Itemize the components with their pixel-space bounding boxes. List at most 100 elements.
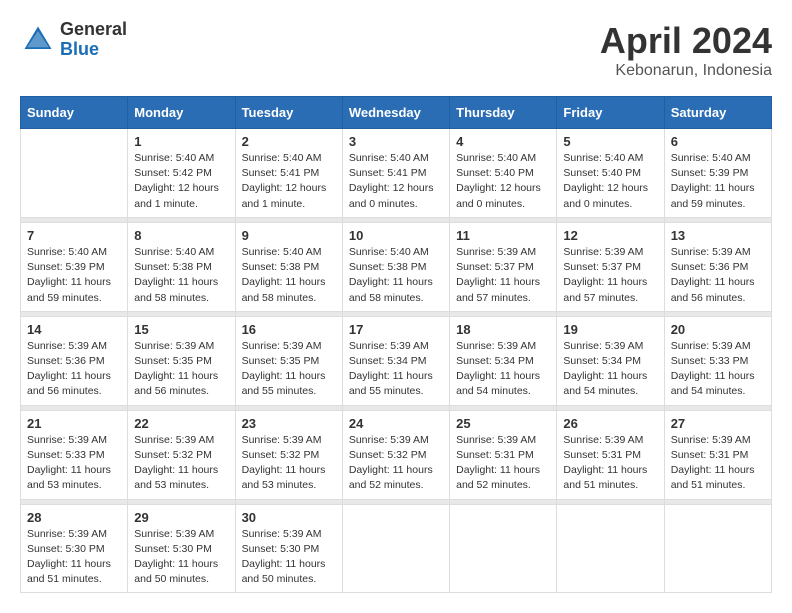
day-number: 21 xyxy=(27,416,121,431)
calendar-table: SundayMondayTuesdayWednesdayThursdayFrid… xyxy=(20,96,772,593)
day-number: 10 xyxy=(349,228,443,243)
weekday-header-friday: Friday xyxy=(557,97,664,129)
day-info: Sunrise: 5:39 AM Sunset: 5:34 PM Dayligh… xyxy=(563,339,657,400)
day-number: 7 xyxy=(27,228,121,243)
day-number: 3 xyxy=(349,134,443,149)
calendar-cell: 15Sunrise: 5:39 AM Sunset: 5:35 PM Dayli… xyxy=(128,316,235,405)
calendar-cell xyxy=(21,129,128,218)
calendar-cell: 8Sunrise: 5:40 AM Sunset: 5:38 PM Daylig… xyxy=(128,222,235,311)
day-info: Sunrise: 5:40 AM Sunset: 5:40 PM Dayligh… xyxy=(563,151,657,212)
calendar-cell: 5Sunrise: 5:40 AM Sunset: 5:40 PM Daylig… xyxy=(557,129,664,218)
week-row-5: 28 Sunrise: 5:39 AM Sunset: 5:30 PM Dayli… xyxy=(21,504,772,593)
day-number: 12 xyxy=(563,228,657,243)
week-row-3: 14 Sunrise: 5:39 AM Sunset: 5:36 PM Dayli… xyxy=(21,316,772,405)
calendar-cell: 14 Sunrise: 5:39 AM Sunset: 5:36 PM Dayli… xyxy=(21,316,128,405)
weekday-header-tuesday: Tuesday xyxy=(235,97,342,129)
day-info: Sunrise: 5:40 AM Sunset: 5:42 PM Dayligh… xyxy=(134,151,228,212)
logo-icon xyxy=(20,22,56,58)
weekday-header-thursday: Thursday xyxy=(450,97,557,129)
day-info: Sunrise: 5:39 AM Sunset: 5:33 PM Dayligh… xyxy=(671,339,765,400)
day-number: 9 xyxy=(242,228,336,243)
calendar-cell: 6Sunrise: 5:40 AM Sunset: 5:39 PM Daylig… xyxy=(664,129,771,218)
day-info: Sunrise: 5:39 AM Sunset: 5:31 PM Dayligh… xyxy=(563,433,657,494)
calendar-cell: 9 Sunrise: 5:40 AM Sunset: 5:38 PM Daylig… xyxy=(235,222,342,311)
day-number: 4 xyxy=(456,134,550,149)
calendar-cell: 13 Sunrise: 5:39 AM Sunset: 5:36 PM Dayli… xyxy=(664,222,771,311)
calendar-cell: 10 Sunrise: 5:40 AM Sunset: 5:38 PM Dayli… xyxy=(342,222,449,311)
week-row-2: 7 Sunrise: 5:40 AM Sunset: 5:39 PM Daylig… xyxy=(21,222,772,311)
calendar-cell: 2 Sunrise: 5:40 AM Sunset: 5:41 PM Daylig… xyxy=(235,129,342,218)
day-number: 24 xyxy=(349,416,443,431)
day-info: Sunrise: 5:39 AM Sunset: 5:35 PM Dayligh… xyxy=(242,339,336,400)
calendar-cell: 26 Sunrise: 5:39 AM Sunset: 5:31 PM Dayli… xyxy=(557,410,664,499)
day-info: Sunrise: 5:40 AM Sunset: 5:41 PM Dayligh… xyxy=(242,151,336,212)
calendar-cell: 22 Sunrise: 5:39 AM Sunset: 5:32 PM Dayli… xyxy=(128,410,235,499)
day-info: Sunrise: 5:40 AM Sunset: 5:40 PM Dayligh… xyxy=(456,151,550,212)
day-info: Sunrise: 5:39 AM Sunset: 5:32 PM Dayligh… xyxy=(349,433,443,494)
logo-general: General xyxy=(60,20,127,40)
day-number: 2 xyxy=(242,134,336,149)
day-info: Sunrise: 5:39 AM Sunset: 5:30 PM Dayligh… xyxy=(134,527,228,588)
weekday-header-sunday: Sunday xyxy=(21,97,128,129)
day-info: Sunrise: 5:39 AM Sunset: 5:30 PM Dayligh… xyxy=(27,527,121,588)
calendar-cell: 1 Sunrise: 5:40 AM Sunset: 5:42 PM Daylig… xyxy=(128,129,235,218)
day-info: Sunrise: 5:40 AM Sunset: 5:38 PM Dayligh… xyxy=(242,245,336,306)
calendar-cell xyxy=(664,504,771,593)
day-info: Sunrise: 5:39 AM Sunset: 5:37 PM Dayligh… xyxy=(456,245,550,306)
calendar-cell: 28 Sunrise: 5:39 AM Sunset: 5:30 PM Dayli… xyxy=(21,504,128,593)
day-info: Sunrise: 5:39 AM Sunset: 5:36 PM Dayligh… xyxy=(671,245,765,306)
page-header: General Blue April 2024 Kebonarun, Indon… xyxy=(20,20,772,80)
day-number: 8 xyxy=(134,228,228,243)
day-info: Sunrise: 5:39 AM Sunset: 5:35 PM Dayligh… xyxy=(134,339,228,400)
calendar-cell xyxy=(557,504,664,593)
week-row-4: 21 Sunrise: 5:39 AM Sunset: 5:33 PM Dayli… xyxy=(21,410,772,499)
day-number: 14 xyxy=(27,322,121,337)
calendar-cell: 7 Sunrise: 5:40 AM Sunset: 5:39 PM Daylig… xyxy=(21,222,128,311)
weekday-header-wednesday: Wednesday xyxy=(342,97,449,129)
day-info: Sunrise: 5:40 AM Sunset: 5:41 PM Dayligh… xyxy=(349,151,443,212)
calendar-cell xyxy=(342,504,449,593)
day-number: 23 xyxy=(242,416,336,431)
day-number: 29 xyxy=(134,510,228,525)
day-number: 22 xyxy=(134,416,228,431)
calendar-cell: 25 Sunrise: 5:39 AM Sunset: 5:31 PM Dayli… xyxy=(450,410,557,499)
calendar-cell xyxy=(450,504,557,593)
calendar-cell: 21 Sunrise: 5:39 AM Sunset: 5:33 PM Dayli… xyxy=(21,410,128,499)
week-row-1: 1 Sunrise: 5:40 AM Sunset: 5:42 PM Daylig… xyxy=(21,129,772,218)
calendar-cell: 29 Sunrise: 5:39 AM Sunset: 5:30 PM Dayli… xyxy=(128,504,235,593)
day-info: Sunrise: 5:39 AM Sunset: 5:36 PM Dayligh… xyxy=(27,339,121,400)
day-info: Sunrise: 5:40 AM Sunset: 5:39 PM Dayligh… xyxy=(27,245,121,306)
day-info: Sunrise: 5:40 AM Sunset: 5:38 PM Dayligh… xyxy=(349,245,443,306)
day-number: 20 xyxy=(671,322,765,337)
calendar-cell: 20 Sunrise: 5:39 AM Sunset: 5:33 PM Dayli… xyxy=(664,316,771,405)
day-number: 18 xyxy=(456,322,550,337)
day-info: Sunrise: 5:39 AM Sunset: 5:30 PM Dayligh… xyxy=(242,527,336,588)
logo-blue: Blue xyxy=(60,40,127,60)
day-info: Sunrise: 5:39 AM Sunset: 5:31 PM Dayligh… xyxy=(671,433,765,494)
weekday-header-monday: Monday xyxy=(128,97,235,129)
day-info: Sunrise: 5:39 AM Sunset: 5:32 PM Dayligh… xyxy=(134,433,228,494)
day-number: 13 xyxy=(671,228,765,243)
day-number: 26 xyxy=(563,416,657,431)
calendar-cell: 27 Sunrise: 5:39 AM Sunset: 5:31 PM Dayli… xyxy=(664,410,771,499)
day-info: Sunrise: 5:39 AM Sunset: 5:34 PM Dayligh… xyxy=(456,339,550,400)
day-number: 17 xyxy=(349,322,443,337)
calendar-cell: 18 Sunrise: 5:39 AM Sunset: 5:34 PM Dayli… xyxy=(450,316,557,405)
weekday-header-saturday: Saturday xyxy=(664,97,771,129)
calendar-cell: 3 Sunrise: 5:40 AM Sunset: 5:41 PM Daylig… xyxy=(342,129,449,218)
calendar-cell: 19Sunrise: 5:39 AM Sunset: 5:34 PM Dayli… xyxy=(557,316,664,405)
day-number: 6 xyxy=(671,134,765,149)
day-number: 28 xyxy=(27,510,121,525)
day-number: 25 xyxy=(456,416,550,431)
day-number: 1 xyxy=(134,134,228,149)
calendar-cell: 30Sunrise: 5:39 AM Sunset: 5:30 PM Dayli… xyxy=(235,504,342,593)
logo-text: General Blue xyxy=(60,20,127,60)
day-info: Sunrise: 5:39 AM Sunset: 5:34 PM Dayligh… xyxy=(349,339,443,400)
day-number: 27 xyxy=(671,416,765,431)
title-section: April 2024 Kebonarun, Indonesia xyxy=(600,20,772,80)
day-info: Sunrise: 5:39 AM Sunset: 5:33 PM Dayligh… xyxy=(27,433,121,494)
calendar-cell: 4 Sunrise: 5:40 AM Sunset: 5:40 PM Daylig… xyxy=(450,129,557,218)
day-info: Sunrise: 5:39 AM Sunset: 5:31 PM Dayligh… xyxy=(456,433,550,494)
logo: General Blue xyxy=(20,20,127,60)
calendar-cell: 16Sunrise: 5:39 AM Sunset: 5:35 PM Dayli… xyxy=(235,316,342,405)
